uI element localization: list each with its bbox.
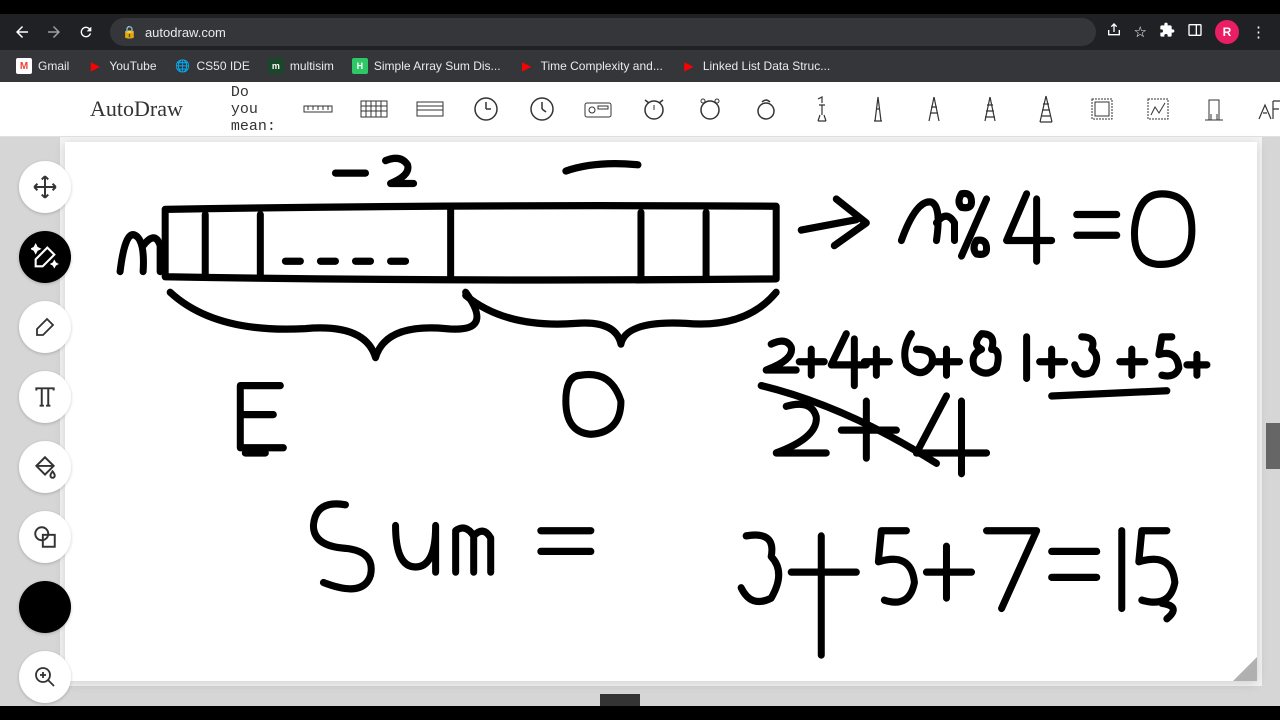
left-toolbar — [0, 137, 90, 706]
youtube-icon: ▶ — [87, 58, 103, 74]
url-text: autodraw.com — [145, 25, 226, 40]
autodraw-app: AutoDraw Do you mean: — [0, 82, 1280, 706]
suggestion-clock1[interactable] — [470, 93, 502, 125]
vertical-scrollbar[interactable] — [1266, 423, 1280, 469]
share-icon[interactable] — [1106, 22, 1122, 42]
app-header: AutoDraw Do you mean: — [0, 82, 1280, 137]
suggest-label: Do you mean: — [231, 84, 276, 135]
suggestion-complex[interactable] — [1254, 93, 1280, 125]
youtube-icon: ▶ — [519, 58, 535, 74]
horizontal-scrollbar[interactable] — [600, 694, 640, 706]
multisim-icon: m — [268, 58, 284, 74]
autodraw-tool[interactable] — [19, 231, 71, 283]
bookmark-yt-linked[interactable]: ▶Linked List Data Struc... — [675, 54, 836, 78]
reload-button[interactable] — [72, 18, 100, 46]
move-tool[interactable] — [19, 161, 71, 213]
forward-button[interactable] — [40, 18, 68, 46]
app-title: AutoDraw — [90, 96, 183, 122]
shape-tool[interactable] — [19, 511, 71, 563]
hackerrank-icon: H — [352, 58, 368, 74]
profile-avatar[interactable]: R — [1215, 20, 1239, 44]
menu-dots-icon[interactable]: ⋮ — [1251, 23, 1266, 41]
back-button[interactable] — [8, 18, 36, 46]
suggestion-keyboard2[interactable] — [414, 93, 446, 125]
address-bar: 🔒 autodraw.com ☆ R ⋮ — [0, 14, 1280, 50]
suggestion-statue[interactable] — [806, 93, 838, 125]
suggestion-strip — [302, 93, 1280, 125]
url-input[interactable]: 🔒 autodraw.com — [110, 18, 1096, 46]
suggestion-ruler[interactable] — [302, 93, 334, 125]
suggestion-eiffel1[interactable] — [918, 93, 950, 125]
youtube-icon: ▶ — [681, 58, 697, 74]
suggestion-stamp1[interactable] — [1086, 93, 1118, 125]
fill-tool[interactable] — [19, 441, 71, 493]
suggestion-alarm1[interactable] — [638, 93, 670, 125]
gmail-icon: M — [16, 58, 32, 74]
suggestion-keyboard1[interactable] — [358, 93, 390, 125]
bookmark-yt-time[interactable]: ▶Time Complexity and... — [513, 54, 669, 78]
bookmark-multisim[interactable]: mmultisim — [262, 54, 340, 78]
suggestion-eiffel2[interactable] — [974, 93, 1006, 125]
sidepanel-icon[interactable] — [1187, 22, 1203, 42]
suggestion-alarm2[interactable] — [694, 93, 726, 125]
suggestion-alarm3[interactable] — [750, 93, 782, 125]
workspace — [0, 137, 1280, 706]
bookmark-cs50[interactable]: 🌐CS50 IDE — [169, 54, 256, 78]
suggestion-tower1[interactable] — [862, 93, 894, 125]
bookmark-gmail[interactable]: MGmail — [10, 54, 75, 78]
drawing-canvas[interactable] — [65, 142, 1257, 681]
suggestion-building[interactable] — [1198, 93, 1230, 125]
lock-icon: 🔒 — [122, 25, 137, 39]
bookmark-youtube[interactable]: ▶YouTube — [81, 54, 162, 78]
globe-icon: 🌐 — [175, 58, 191, 74]
color-tool[interactable] — [19, 581, 71, 633]
extensions-icon[interactable] — [1159, 22, 1175, 42]
text-tool[interactable] — [19, 371, 71, 423]
draw-tool[interactable] — [19, 301, 71, 353]
zoom-tool[interactable] — [19, 651, 71, 703]
suggestion-eiffel3[interactable] — [1030, 93, 1062, 125]
suggestion-radio[interactable] — [582, 93, 614, 125]
resize-corner-icon[interactable] — [1233, 657, 1257, 681]
bookmarks-bar: MGmail ▶YouTube 🌐CS50 IDE mmultisim HSim… — [0, 50, 1280, 82]
bookmark-star-icon[interactable]: ☆ — [1134, 23, 1147, 41]
suggestion-stamp2[interactable] — [1142, 93, 1174, 125]
bookmark-hackerrank[interactable]: HSimple Array Sum Dis... — [346, 54, 507, 78]
suggestion-clock2[interactable] — [526, 93, 558, 125]
